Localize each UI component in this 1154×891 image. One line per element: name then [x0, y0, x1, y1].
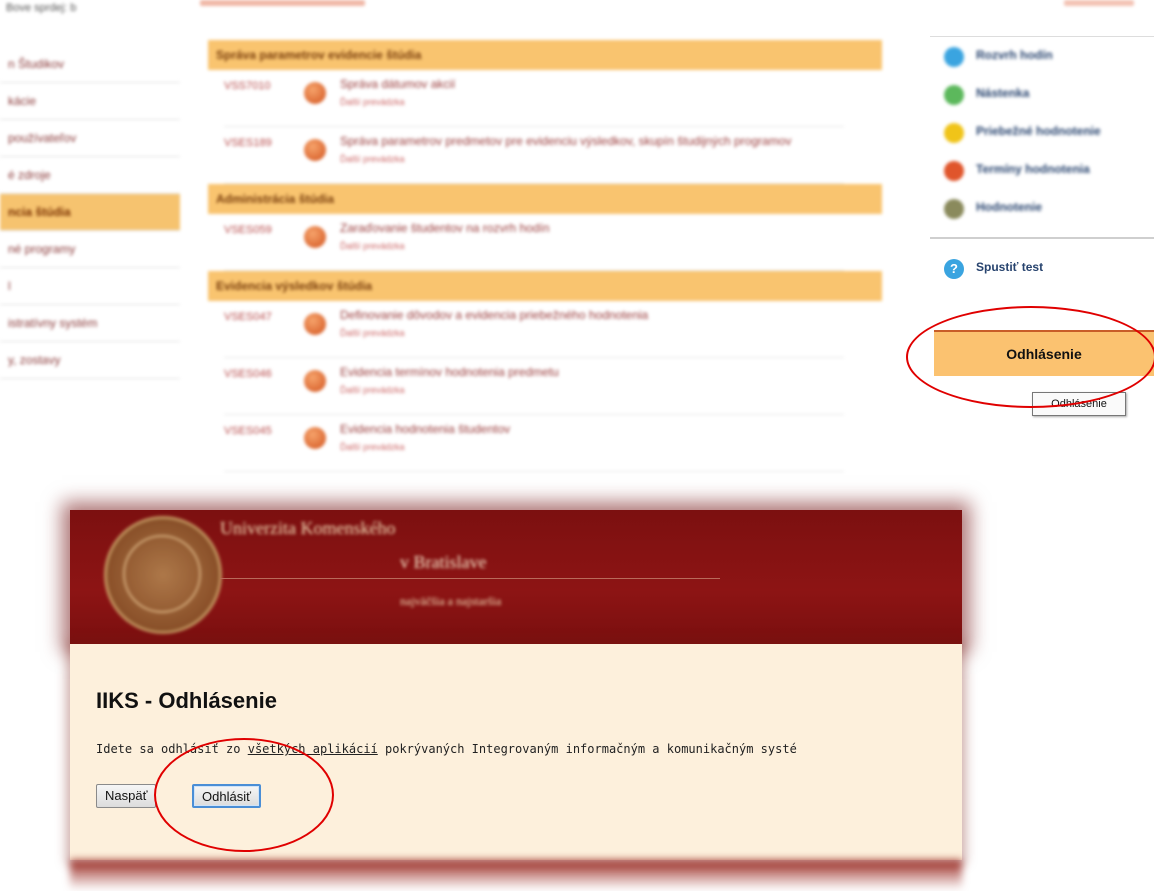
- app-icon: [304, 82, 326, 104]
- sidebar-item[interactable]: é zdroje: [0, 157, 180, 194]
- university-banner: Univerzita Komenského v Bratislave najvä…: [70, 510, 962, 644]
- top-link-bar[interactable]: [200, 0, 365, 6]
- progress-icon: [944, 123, 964, 143]
- back-button[interactable]: Naspäť: [96, 784, 157, 808]
- sidebar-item[interactable]: kácie: [0, 83, 180, 120]
- highlight-oval: [906, 306, 1154, 408]
- main-content: Správa parametrov evidencie štúdia VSS70…: [208, 40, 882, 472]
- board-icon: [944, 85, 964, 105]
- banner-title: Univerzita Komenského: [220, 518, 396, 538]
- entry-sub: Ďalší prevádzka: [340, 241, 405, 251]
- right-menu: Rozvrh hodín Nástenka Priebežné hodnoten…: [930, 36, 1154, 287]
- entry-title[interactable]: Zaraďovanie študentov na rozvrh hodín Ďal…: [340, 220, 810, 254]
- calendar-icon: [944, 47, 964, 67]
- entry-code: VSES059: [224, 224, 272, 236]
- list-item[interactable]: VSES189 Správa parametrov predmetov pre …: [224, 127, 844, 184]
- left-sidebar: n Študikov kácie používateľov é zdroje n…: [0, 46, 180, 379]
- entry-code: VSES045: [224, 425, 272, 437]
- entry-title[interactable]: Definovanie dôvodov a evidencia priebežn…: [340, 307, 810, 341]
- menu-item-hodnotenie[interactable]: Hodnotenie: [930, 189, 1154, 227]
- entry-code: VSS7010: [224, 80, 271, 92]
- banner-subtitle: v Bratislave: [400, 552, 487, 572]
- menu-divider: [930, 227, 1154, 239]
- banner-tagline: najväčšia a najstaršia: [400, 594, 502, 608]
- top-left-text: Bove sprdej: b: [6, 2, 77, 14]
- sidebar-item[interactable]: l: [0, 268, 180, 305]
- menu-item-test[interactable]: ? Spustiť test: [930, 249, 1154, 287]
- grade-icon: [944, 199, 964, 219]
- menu-item-terminy[interactable]: Termíny hodnotenia: [930, 151, 1154, 189]
- entry-sub: Ďalší prevádzka: [340, 97, 405, 107]
- entry-title[interactable]: Správa parametrov predmetov pre evidenci…: [340, 133, 810, 167]
- list-item[interactable]: VSS7010 Správa dátumov akcií Ďalší prevád…: [224, 70, 844, 127]
- app-icon: [304, 226, 326, 248]
- sidebar-item[interactable]: istratívny systém: [0, 305, 180, 342]
- help-icon: ?: [944, 259, 964, 279]
- entry-title[interactable]: Evidencia termínov hodnotenia predmetu Ďa…: [340, 364, 810, 398]
- sidebar-item[interactable]: n Študikov: [0, 46, 180, 83]
- entry-sub: Ďalší prevádzka: [340, 442, 405, 452]
- menu-label: Rozvrh hodín: [976, 48, 1053, 62]
- sidebar-item[interactable]: používateľov: [0, 120, 180, 157]
- dialog-shadow: [70, 860, 962, 890]
- app-icon: [304, 313, 326, 335]
- entry-code: VSES047: [224, 311, 272, 323]
- app-icon: [304, 427, 326, 449]
- banner-divider: [220, 578, 720, 579]
- sidebar-item-active[interactable]: ncia štúdia: [0, 194, 180, 231]
- menu-label: Hodnotenie: [976, 200, 1042, 214]
- app-icon: [304, 139, 326, 161]
- entry-title[interactable]: Správa dátumov akcií Ďalší prevádzka: [340, 76, 810, 110]
- menu-item-nastenka[interactable]: Nástenka: [930, 75, 1154, 113]
- section-header: Správa parametrov evidencie štúdia: [208, 40, 882, 70]
- list-item[interactable]: VSES047 Definovanie dôvodov a evidencia …: [224, 301, 844, 358]
- entry-code: VSES046: [224, 368, 272, 380]
- entry-title[interactable]: Evidencia hodnotenia študentov Ďalší prev…: [340, 421, 810, 455]
- menu-item-rozvrh[interactable]: Rozvrh hodín: [930, 37, 1154, 75]
- sidebar-item[interactable]: né programy: [0, 231, 180, 268]
- app-icon: [304, 370, 326, 392]
- section-header: Administrácia štúdia: [208, 184, 882, 214]
- university-seal-icon: [104, 516, 222, 634]
- sidebar-item[interactable]: y, zostavy: [0, 342, 180, 379]
- section-header: Evidencia výsledkov štúdia: [208, 271, 882, 301]
- entry-sub: Ďalší prevádzka: [340, 328, 405, 338]
- list-item[interactable]: VSES059 Zaraďovanie študentov na rozvrh …: [224, 214, 844, 271]
- entry-sub: Ďalší prevádzka: [340, 385, 405, 395]
- menu-label: Spustiť test: [976, 260, 1044, 274]
- menu-label: Priebežné hodnotenie: [976, 124, 1101, 138]
- top-right-links[interactable]: [1064, 0, 1134, 6]
- menu-item-priebezne[interactable]: Priebežné hodnotenie: [930, 113, 1154, 151]
- entry-code: VSES189: [224, 137, 272, 149]
- list-item[interactable]: VSES045 Evidencia hodnotenia študentov Ďa…: [224, 415, 844, 472]
- menu-label: Termíny hodnotenia: [976, 162, 1090, 176]
- page-title: IIKS - Odhlásenie: [96, 688, 277, 713]
- highlight-oval: [154, 738, 334, 852]
- menu-label: Nástenka: [976, 86, 1030, 100]
- deadline-icon: [944, 161, 964, 181]
- list-item[interactable]: VSES046 Evidencia termínov hodnotenia pr…: [224, 358, 844, 415]
- entry-sub: Ďalší prevádzka: [340, 154, 405, 164]
